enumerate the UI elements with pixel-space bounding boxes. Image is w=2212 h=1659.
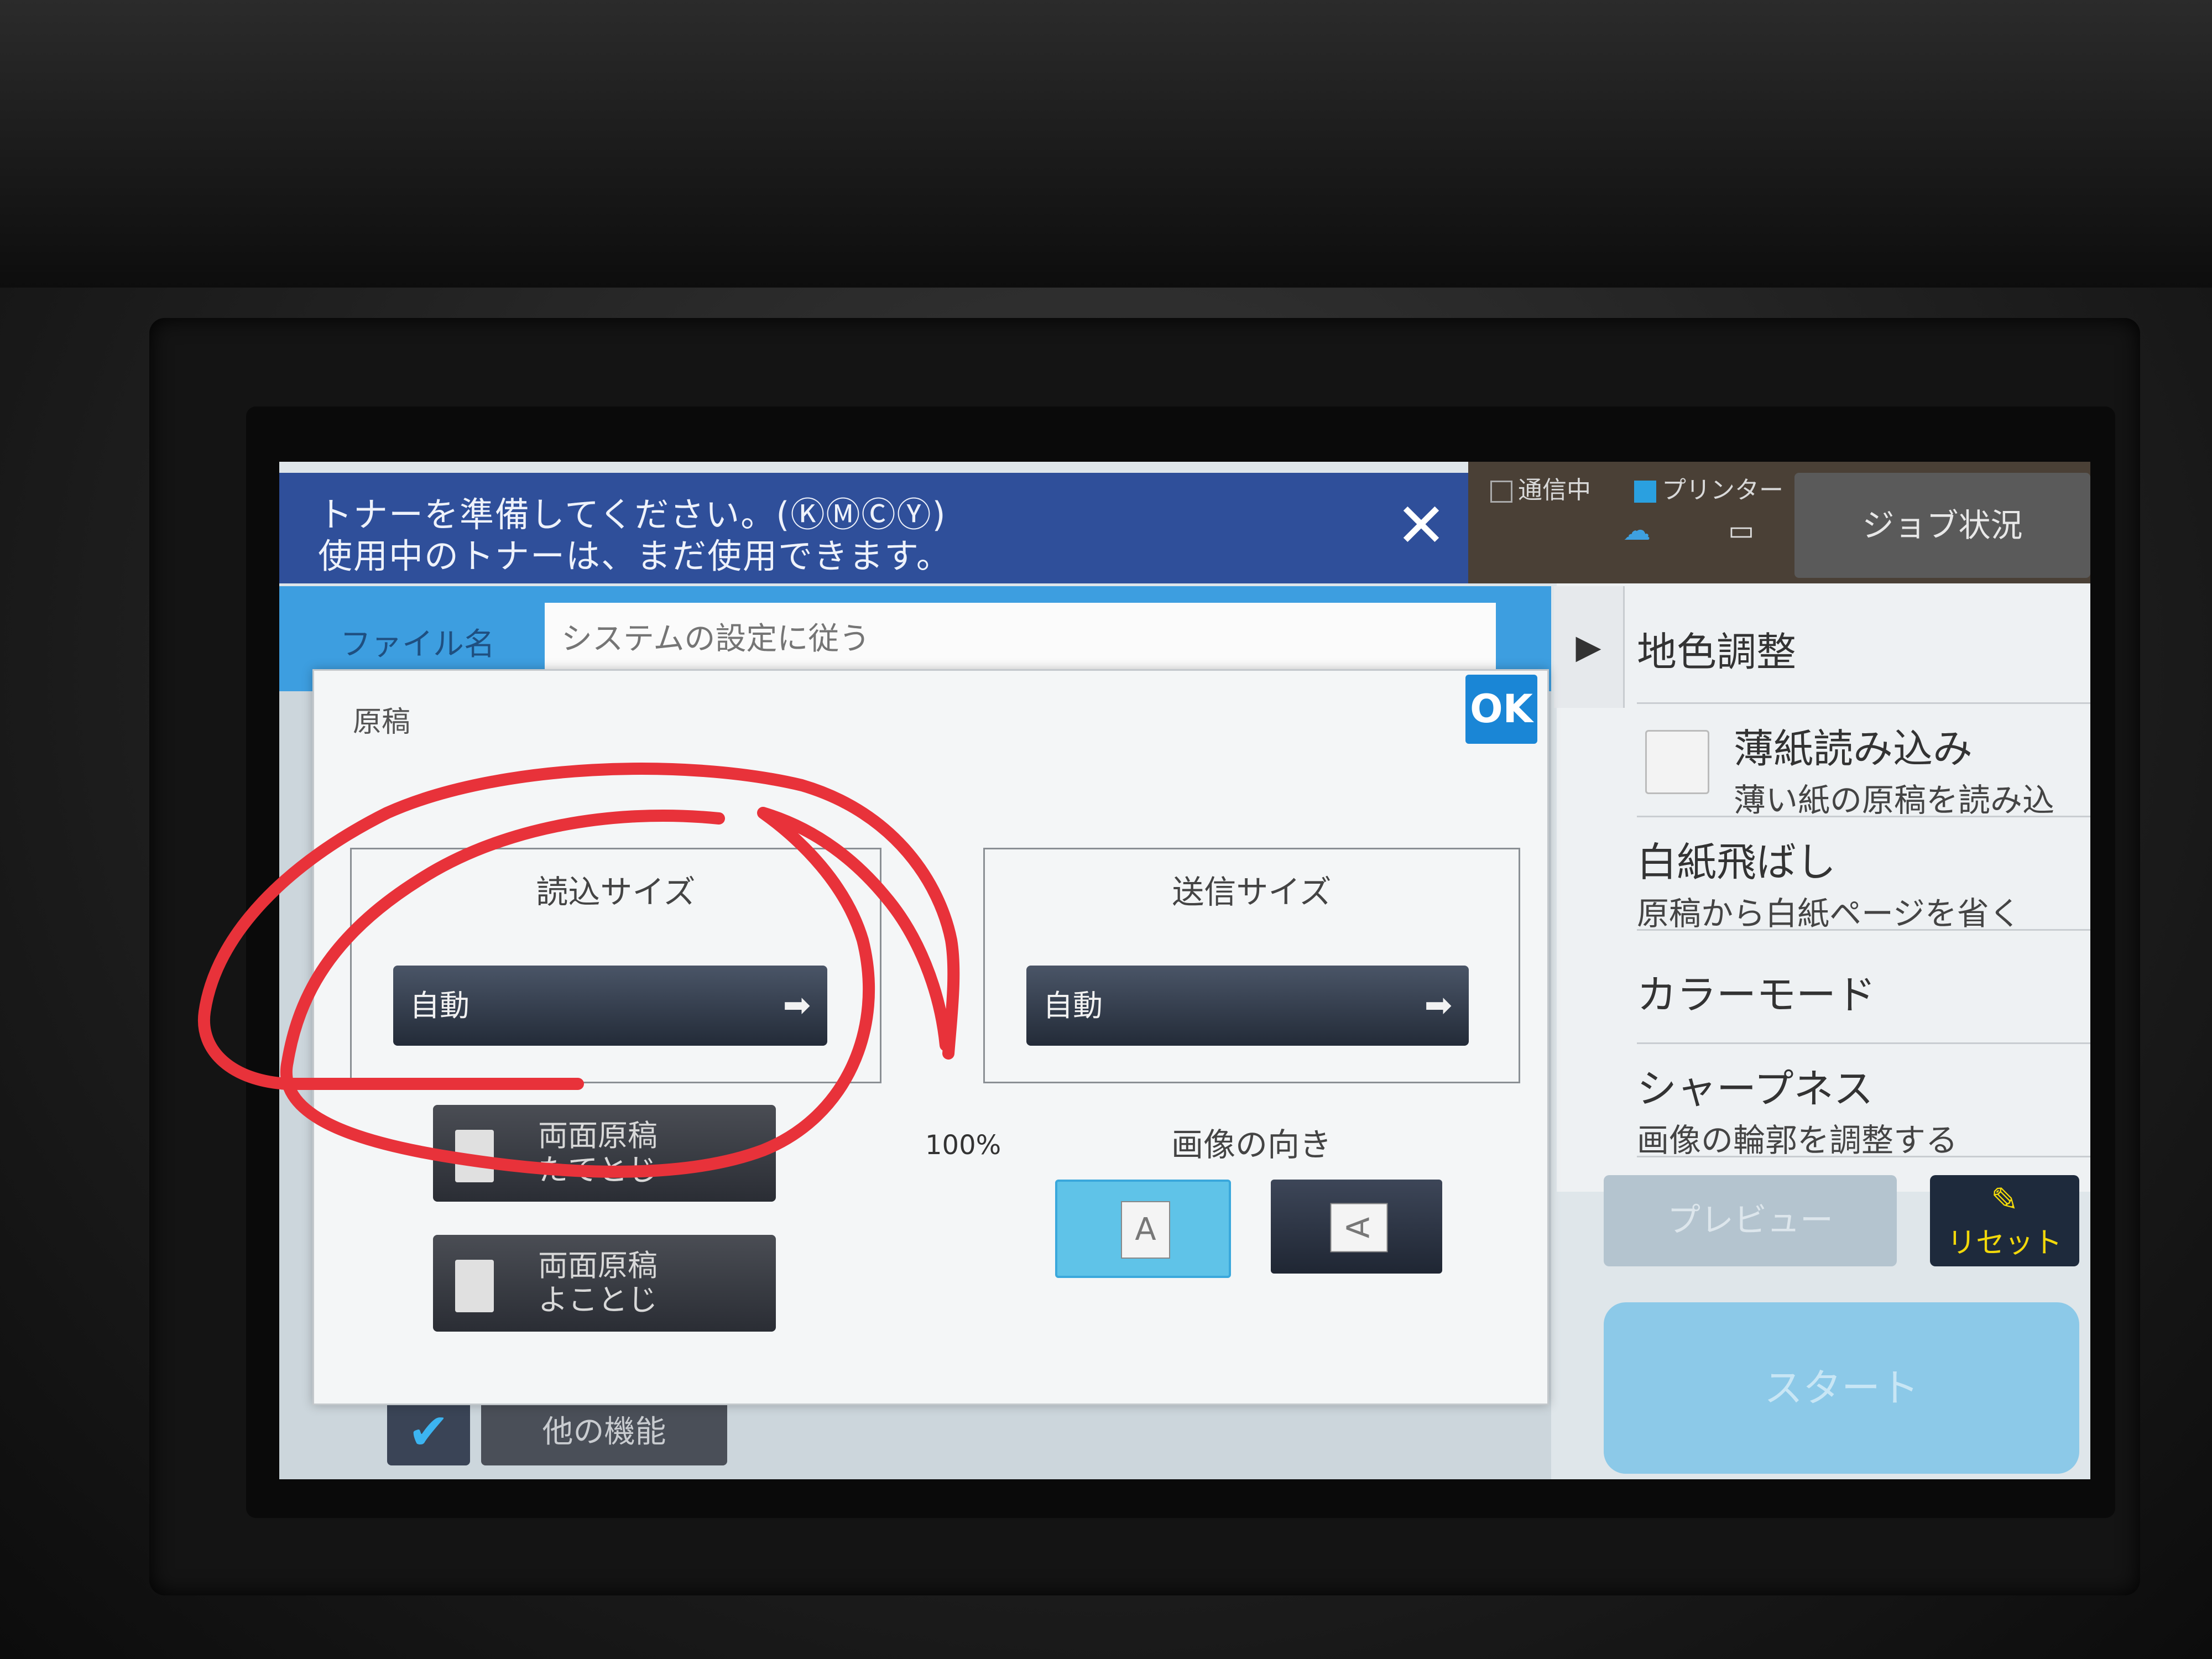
banner-line-2: 使用中のトナーは、まだ使用できます。: [318, 536, 952, 576]
right-panel-item-color-mode[interactable]: カラーモード: [1637, 932, 2090, 1044]
right-panel-item-title: 地色調整: [1637, 629, 1797, 675]
portrait-orientation-icon: A: [1121, 1201, 1170, 1259]
reset-icon: ✎: [1990, 1181, 2019, 1219]
expand-panel-button[interactable]: ▶: [1554, 586, 1625, 708]
scan-size-button[interactable]: 自動 ➡: [393, 966, 827, 1046]
right-panel-item-title: シャープネス: [1637, 1066, 1874, 1112]
right-panel-item-thin-paper[interactable]: 薄紙読み込み 薄い紙の原稿を読み込: [1637, 705, 2090, 819]
duplex-tate-label: 両面原稿 たてとじ: [538, 1118, 658, 1187]
right-panel-item-blank-skip[interactable]: 白紙飛ばし 原稿から白紙ページを省く: [1637, 818, 2090, 932]
status-communication: 通信中: [1490, 470, 1591, 505]
scan-size-group: 読込サイズ 自動 ➡: [350, 848, 881, 1083]
document-icon: [455, 1130, 494, 1182]
monitor-icon: ▭: [1728, 514, 1755, 546]
duplex-tate-button[interactable]: 両面原稿 たてとじ: [433, 1105, 776, 1202]
job-status-button[interactable]: ジョブ状況: [1794, 473, 2090, 578]
preview-button[interactable]: プレビュー: [1604, 1175, 1897, 1266]
ok-button[interactable]: OK: [1465, 675, 1537, 744]
document-icon: [455, 1260, 494, 1312]
send-size-label: 送信サイズ: [1172, 873, 1332, 911]
device-top-panel: [0, 0, 2212, 288]
orientation-portrait-button[interactable]: A: [1055, 1180, 1231, 1278]
right-panel-item-subtitle: 画像の輪郭を調整する: [1637, 1121, 1958, 1159]
dialog-title: 原稿: [353, 706, 411, 739]
arrow-right-icon: ➡: [782, 986, 811, 1025]
scan-size-value: 自動: [410, 988, 469, 1023]
right-panel-item-title: 白紙飛ばし: [1637, 839, 1837, 885]
other-functions-button[interactable]: 他の機能: [481, 1399, 727, 1465]
expand-arrow-icon: ▶: [1575, 628, 1601, 666]
right-panel-item-background-adjust[interactable]: 地色調整: [1637, 592, 2090, 704]
send-size-value: 自動: [1043, 988, 1103, 1023]
checkmark-button[interactable]: ✔: [387, 1399, 470, 1465]
orientation-landscape-button[interactable]: A: [1271, 1180, 1442, 1274]
right-panel-item-title: カラーモード: [1637, 972, 1876, 1018]
printer-indicator-icon: [1634, 481, 1656, 503]
thin-paper-checkbox[interactable]: [1645, 730, 1709, 794]
status-communication-label: 通信中: [1518, 476, 1591, 504]
start-button[interactable]: スタート: [1604, 1302, 2079, 1474]
right-panel-item-sharpness[interactable]: シャープネス 画像の輪郭を調整する: [1637, 1045, 2090, 1159]
network-icon: ☁: [1623, 514, 1651, 546]
reset-button[interactable]: ✎ リセット: [1930, 1175, 2079, 1266]
filename-label: ファイル名: [340, 627, 495, 662]
scan-size-label: 読込サイズ: [536, 873, 696, 911]
status-printer: プリンター: [1634, 470, 1783, 505]
toner-warning-banner: トナーを準備してください。(ⓀⓂⒸⓎ) 使用中のトナーは、まだ使用できます。 ✕: [279, 473, 1468, 583]
right-panel-item-subtitle: 原稿から白紙ページを省く: [1637, 895, 2021, 932]
duplex-yoko-label: 両面原稿 よことじ: [538, 1248, 658, 1317]
arrow-right-icon: ➡: [1424, 986, 1452, 1025]
touch-screen: ✔ 他の機能 トナーを準備してください。(ⓀⓂⒸⓎ) 使用中のトナーは、まだ使用…: [279, 462, 2090, 1479]
checkmark-icon: ✔: [408, 1403, 450, 1461]
landscape-orientation-icon: A: [1330, 1203, 1388, 1253]
reset-label: リセット: [1947, 1227, 2062, 1260]
ratio-readout: 100%: [925, 1130, 1001, 1161]
send-size-group: 送信サイズ 自動 ➡: [983, 848, 1520, 1083]
duplex-yoko-button[interactable]: 両面原稿 よことじ: [433, 1235, 776, 1332]
send-size-button[interactable]: 自動 ➡: [1026, 966, 1469, 1046]
orientation-label: 画像の向き: [1171, 1126, 1332, 1164]
communication-indicator-icon: [1490, 481, 1512, 503]
status-printer-label: プリンター: [1662, 476, 1783, 504]
original-settings-dialog: 原稿 読込サイズ 自動 ➡ 100% 送信サイズ 自動 ➡ 両面原稿 たてとじ …: [312, 669, 1549, 1405]
close-icon[interactable]: ✕: [1391, 495, 1452, 556]
filename-input[interactable]: [545, 603, 1496, 675]
